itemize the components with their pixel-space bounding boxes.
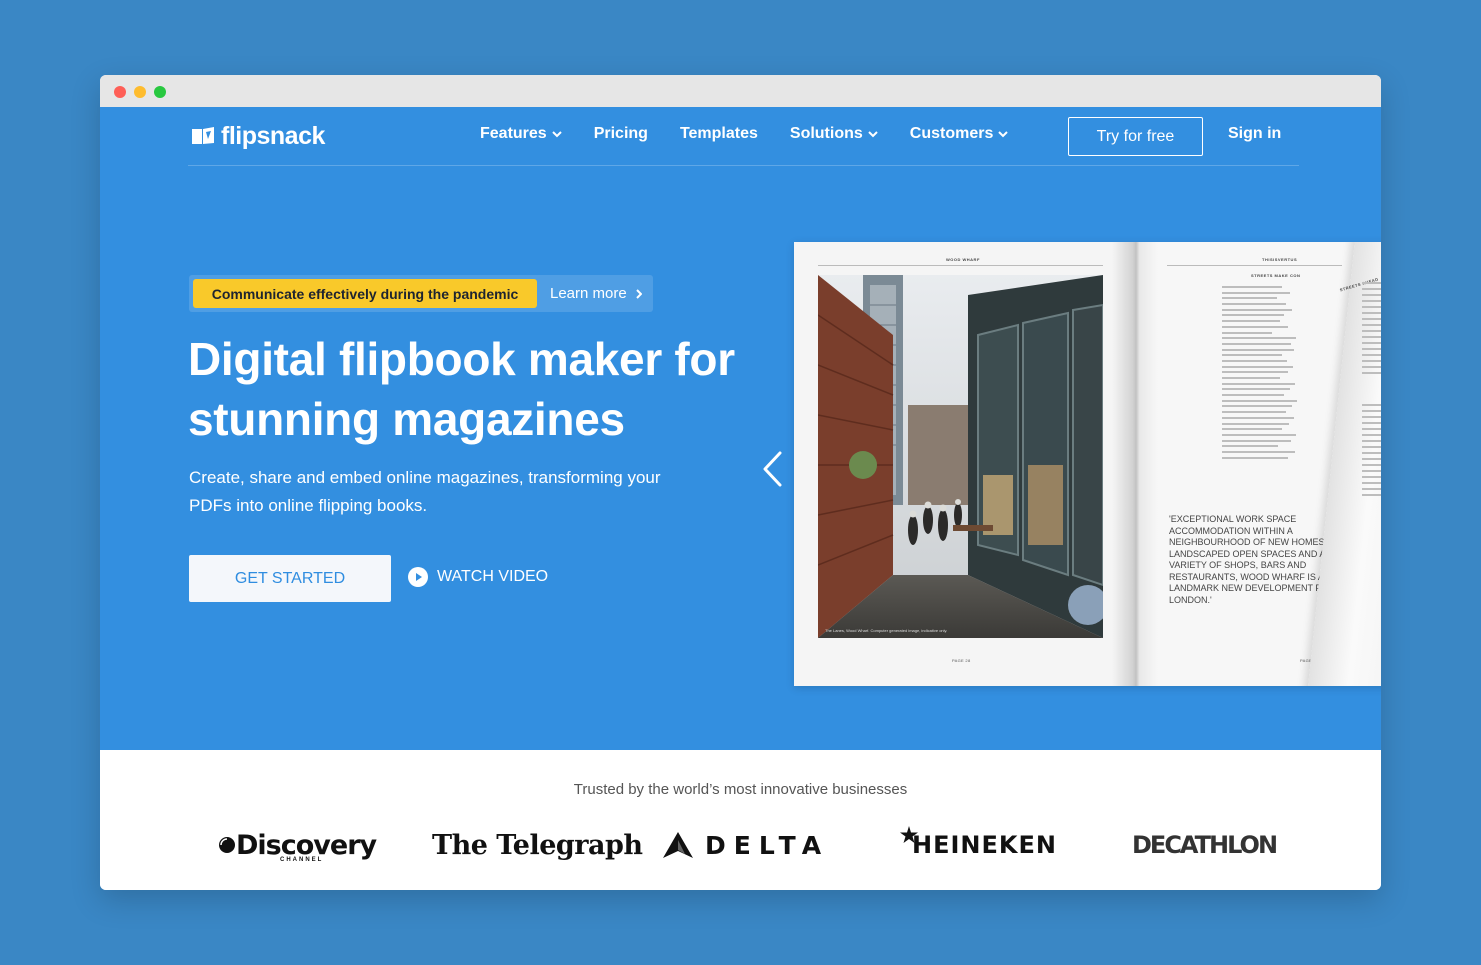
- chevron-down-icon: [551, 130, 562, 137]
- learn-more-link[interactable]: Learn more: [550, 285, 642, 302]
- browser-window: flipsnack Features Pricing Templates Sol…: [100, 75, 1381, 890]
- hero-headline: Digital flipbook maker for stunning maga…: [188, 333, 735, 445]
- get-started-button[interactable]: GET STARTED: [189, 555, 391, 602]
- heineken-logo: HEINEKEN: [900, 820, 1057, 870]
- customer-logos: Discovery CHANNEL The Telegraph DELTA HE…: [100, 820, 1381, 870]
- book-gutter: [1112, 242, 1158, 686]
- nav-solutions[interactable]: Solutions: [790, 125, 878, 143]
- left-page-number: PAGE 28: [952, 658, 971, 663]
- discovery-logo: Discovery CHANNEL: [218, 820, 377, 870]
- nav-solutions-label: Solutions: [789, 125, 863, 142]
- nav-features-label: Features: [480, 125, 547, 142]
- left-running-head: WOOD WHARF: [946, 257, 980, 262]
- announcement-bar: Communicate effectively during the pande…: [189, 275, 653, 312]
- curl-text-lines: [1362, 282, 1381, 500]
- chevron-down-icon: [998, 130, 1009, 137]
- discovery-channel-text: CHANNEL: [280, 857, 324, 863]
- heineken-star-icon: [900, 826, 918, 843]
- delta-wordmark: DELTA: [705, 830, 830, 860]
- nav-pricing-label: Pricing: [593, 125, 648, 142]
- trusted-title: Trusted by the world’s most innovative b…: [573, 781, 908, 798]
- close-window-button[interactable]: [114, 86, 126, 98]
- discovery-wordmark: Discovery: [236, 829, 377, 861]
- announcement-tag: Communicate effectively during the pande…: [193, 279, 537, 308]
- hero-section: flipsnack Features Pricing Templates Sol…: [100, 107, 1381, 750]
- nav-templates[interactable]: Templates: [680, 125, 758, 143]
- flipsnack-logo[interactable]: flipsnack: [191, 121, 325, 151]
- flipbook-right-page: THISISVERTUS STREETS MAKE CON 'EXCEPTION…: [1134, 242, 1381, 686]
- watch-video-label: WATCH VIDEO: [437, 568, 549, 585]
- nav-templates-label: Templates: [679, 125, 758, 142]
- decathlon-logo: DECATHLON: [1132, 831, 1278, 859]
- minimize-window-button[interactable]: [134, 86, 146, 98]
- delta-triangle-icon: [663, 832, 693, 858]
- flipbook-left-page: WOOD WHARF The Lanes, Wood Wharf. Comput…: [794, 242, 1134, 686]
- top-navigation: flipsnack Features Pricing Templates Sol…: [188, 107, 1299, 166]
- left-header-rule: [818, 265, 1103, 266]
- maximize-window-button[interactable]: [154, 86, 166, 98]
- right-subhead: STREETS MAKE CON: [1251, 273, 1301, 278]
- right-running-head: THISISVERTUS: [1262, 257, 1298, 262]
- chevron-right-icon: [636, 288, 642, 299]
- trusted-by-section: Trusted by the world’s most innovative b…: [100, 750, 1381, 890]
- try-for-free-button[interactable]: Try for free: [1068, 117, 1203, 156]
- street-photo: [818, 275, 1103, 638]
- discovery-globe-icon: [219, 837, 235, 853]
- previous-page-arrow-icon[interactable]: [760, 450, 784, 488]
- photo-caption: The Lanes, Wood Wharf. Computer generate…: [825, 628, 948, 633]
- sign-in-link[interactable]: Sign in: [1228, 125, 1281, 143]
- nav-links: Features Pricing Templates Solutions Cus…: [480, 125, 1040, 143]
- hero-subtitle: Create, share and embed online magazines…: [189, 468, 661, 515]
- brand-name: flipsnack: [221, 121, 325, 150]
- nav-pricing[interactable]: Pricing: [594, 125, 648, 143]
- pull-quote: 'EXCEPTIONAL WORK SPACE ACCOMMODATION WI…: [1169, 514, 1335, 605]
- learn-more-label: Learn more: [550, 285, 627, 302]
- play-icon: [408, 567, 428, 587]
- right-header-rule: [1167, 265, 1342, 266]
- flipbook-preview[interactable]: WOOD WHARF The Lanes, Wood Wharf. Comput…: [794, 242, 1381, 686]
- telegraph-logo: The Telegraph: [432, 829, 643, 861]
- article-text-column: [1222, 286, 1322, 462]
- window-titlebar: [100, 75, 1381, 107]
- heineken-wordmark: HEINEKEN: [912, 831, 1057, 859]
- nav-features[interactable]: Features: [480, 125, 562, 143]
- chevron-down-icon: [868, 130, 878, 137]
- nav-customers-label: Customers: [909, 125, 994, 142]
- flipbook-logo-icon: [192, 127, 214, 144]
- watch-video-button[interactable]: WATCH VIDEO: [408, 567, 548, 587]
- nav-customers[interactable]: Customers: [910, 125, 1009, 143]
- delta-logo: DELTA: [663, 820, 829, 870]
